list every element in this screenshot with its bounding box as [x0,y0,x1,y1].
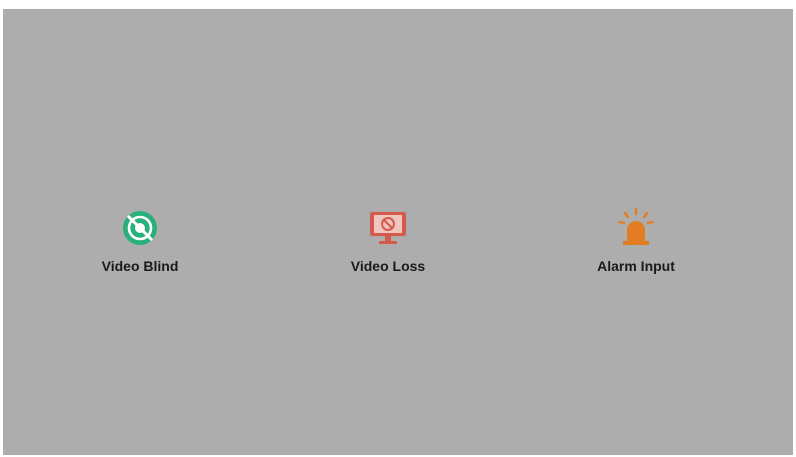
video-blind-label: Video Blind [101,258,179,274]
main-panel: Video Blind Video Loss Alarm Input [3,9,793,455]
video-blind-option[interactable]: Video Blind [70,207,210,274]
alarm-input-option[interactable]: Alarm Input [566,207,706,274]
video-blind-icon [119,207,161,249]
video-loss-icon [367,207,409,249]
video-loss-label: Video Loss [350,258,426,274]
alarm-input-label: Alarm Input [597,258,675,274]
video-loss-option[interactable]: Video Loss [318,207,458,274]
alarm-light-icon [615,207,657,249]
